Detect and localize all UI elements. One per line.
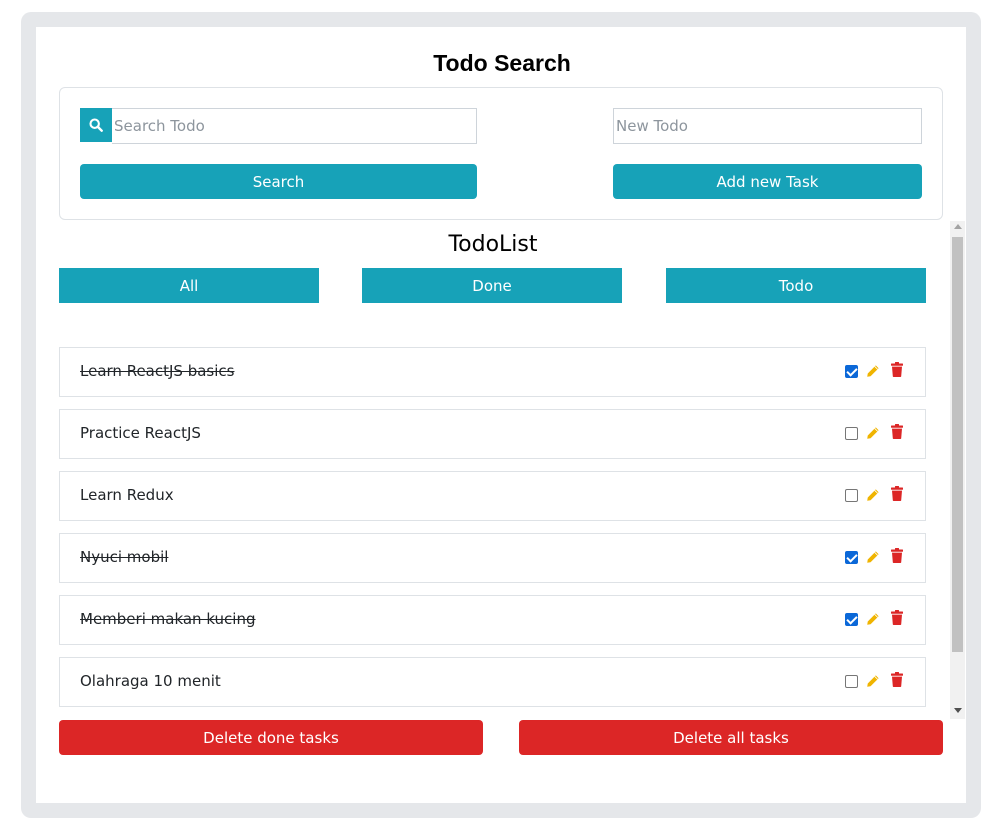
todo-text: Practice ReactJS [80,424,201,442]
scroll-up-arrow[interactable] [954,224,962,229]
todo-text: Olahraga 10 menit [80,672,221,690]
search-input-group [80,108,477,144]
search-icon [80,108,112,142]
done-checkbox[interactable] [845,613,858,626]
trash-icon[interactable] [891,548,903,563]
page-title: Todo Search [433,50,571,76]
todolist-title: TodoList [448,232,538,257]
done-checkbox[interactable] [845,427,858,440]
todo-item: Practice ReactJS [59,409,926,459]
scroll-thumb[interactable] [952,237,963,652]
new-todo-input[interactable] [613,108,922,144]
trash-icon[interactable] [891,610,903,625]
pencil-icon[interactable] [866,363,880,377]
todo-text: Nyuci mobil [80,548,169,566]
filter-done-button[interactable]: Done [362,268,622,303]
todo-item: Memberi makan kucing [59,595,926,645]
trash-icon[interactable] [891,672,903,687]
search-form-panel [59,87,943,220]
todo-text: Memberi makan kucing [80,610,256,628]
trash-icon[interactable] [891,424,903,439]
scroll-down-arrow[interactable] [954,708,962,713]
delete-done-tasks-button[interactable]: Delete done tasks [59,720,483,755]
pencil-icon[interactable] [866,425,880,439]
delete-all-tasks-button[interactable]: Delete all tasks [519,720,943,755]
todo-item: Learn ReactJS basics [59,347,926,397]
done-checkbox[interactable] [845,489,858,502]
pencil-icon[interactable] [866,549,880,563]
todo-item: Learn Redux [59,471,926,521]
pencil-icon[interactable] [866,673,880,687]
done-checkbox[interactable] [845,551,858,564]
search-input[interactable] [112,108,477,144]
trash-icon[interactable] [891,486,903,501]
trash-icon[interactable] [891,362,903,377]
todo-item: Olahraga 10 menit [59,657,926,707]
todo-list: Learn ReactJS basics Practice ReactJS Lear… [59,347,926,719]
filter-todo-button[interactable]: Todo [666,268,926,303]
todo-item: Nyuci mobil [59,533,926,583]
pencil-icon[interactable] [866,487,880,501]
filter-all-button[interactable]: All [59,268,319,303]
todo-text: Learn ReactJS basics [80,362,235,380]
pencil-icon[interactable] [866,611,880,625]
done-checkbox[interactable] [845,675,858,688]
search-button[interactable]: Search [80,164,477,199]
done-checkbox[interactable] [845,365,858,378]
todo-text: Learn Redux [80,486,174,504]
add-task-button[interactable]: Add new Task [613,164,922,199]
